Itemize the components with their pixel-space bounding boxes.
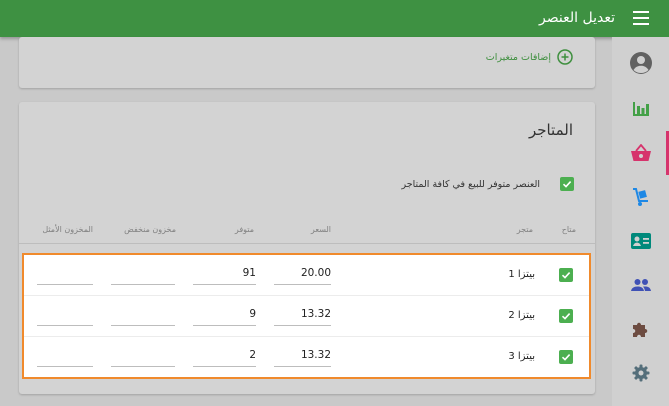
check-icon (562, 181, 572, 188)
store-available-checkbox[interactable] (559, 309, 573, 323)
contact-card-icon (630, 233, 651, 249)
page-title: تعديل العنصر (539, 10, 615, 26)
nav-item-items[interactable] (612, 131, 669, 175)
top-app-bar: تعديل العنصر (0, 0, 669, 37)
gear-icon (632, 364, 649, 382)
check-icon (561, 354, 571, 361)
shopping-basket-icon (630, 144, 651, 161)
check-icon (561, 313, 571, 320)
price-input[interactable]: 20.00 (274, 261, 331, 285)
stores-card: المتاجر العنصر متوفر للبيع في كافة المتا… (19, 102, 595, 394)
column-header-in-stock: متوفر (234, 225, 254, 234)
column-header-available: متاح (561, 225, 576, 234)
check-icon (561, 272, 571, 279)
in-stock-input[interactable]: 91 (193, 261, 256, 285)
stores-section-title: المتاجر (528, 121, 573, 139)
stores-table: بيتزا 1 20.00 91 بيتزا 2 13.32 9 بيتزا 3… (22, 253, 591, 379)
available-all-stores-option[interactable]: العنصر متوفر للبيع في كافة المتاجر (402, 177, 574, 191)
nav-item-employees[interactable] (612, 263, 669, 307)
add-variants-button[interactable]: إضافات متغيرات (486, 49, 573, 65)
hand-truck-icon (632, 188, 648, 206)
low-stock-input[interactable] (111, 261, 175, 285)
table-row: بيتزا 2 13.32 9 (24, 296, 589, 337)
menu-icon[interactable] (633, 11, 649, 25)
optimal-stock-input[interactable] (37, 261, 93, 285)
available-all-checkbox[interactable] (560, 177, 574, 191)
optimal-stock-input[interactable] (37, 302, 93, 326)
price-input[interactable]: 13.32 (274, 343, 331, 367)
available-all-label: العنصر متوفر للبيع في كافة المتاجر (401, 178, 540, 190)
add-circle-icon (557, 49, 573, 65)
low-stock-input[interactable] (111, 302, 175, 326)
nav-item-account[interactable] (612, 41, 669, 85)
store-name: بيتزا 2 (508, 310, 535, 321)
store-name: بيتزا 1 (508, 269, 535, 280)
table-header-divider (19, 243, 595, 244)
nav-item-integrations[interactable] (612, 307, 669, 351)
nav-item-inventory[interactable] (612, 175, 669, 219)
store-name: بيتزا 3 (508, 351, 535, 362)
column-header-store: متجر (516, 225, 533, 234)
low-stock-input[interactable] (111, 343, 175, 367)
variants-card: إضافات متغيرات (19, 37, 595, 88)
add-variants-label: إضافات متغيرات (485, 51, 551, 63)
nav-item-reports[interactable] (612, 87, 669, 131)
account-circle-icon (629, 52, 652, 74)
in-stock-input[interactable]: 2 (193, 343, 256, 367)
table-row: بيتزا 1 20.00 91 (24, 255, 589, 296)
optimal-stock-input[interactable] (37, 343, 93, 367)
table-row: بيتزا 3 13.32 2 (24, 337, 589, 378)
column-header-low-stock: مخزون منخفض (124, 225, 176, 234)
people-icon (630, 279, 651, 291)
in-stock-input[interactable]: 9 (193, 302, 256, 326)
puzzle-icon (632, 322, 647, 337)
store-available-checkbox[interactable] (559, 268, 573, 282)
nav-item-customers[interactable] (612, 219, 669, 263)
nav-item-settings[interactable] (612, 351, 669, 395)
column-header-price: السعر (310, 225, 331, 234)
bar-chart-icon (632, 102, 649, 116)
column-header-optimal-stock: المخزون الأمثل (42, 225, 93, 234)
store-available-checkbox[interactable] (559, 350, 573, 364)
nav-rail (612, 37, 669, 406)
price-input[interactable]: 13.32 (274, 302, 331, 326)
